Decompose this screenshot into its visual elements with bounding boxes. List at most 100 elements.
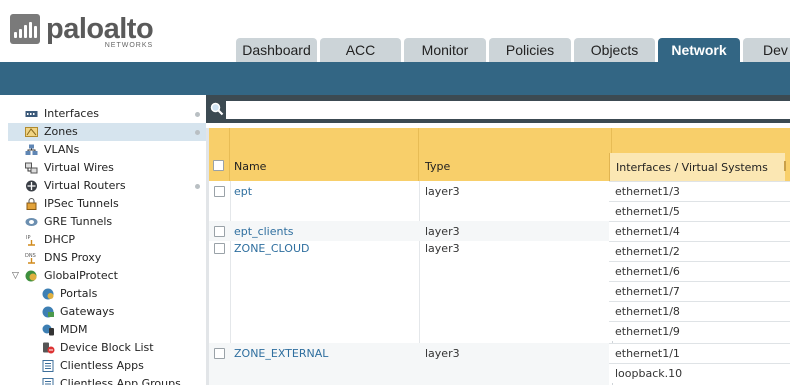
zone-name-link[interactable]: ZONE_EXTERNAL xyxy=(234,347,328,360)
zone-type: layer3 xyxy=(425,242,460,255)
clientless-apps-icon xyxy=(42,360,54,372)
row-checkbox[interactable] xyxy=(214,348,225,359)
row-checkbox[interactable] xyxy=(214,186,225,197)
sidebar-item-gre-tunnels[interactable]: GRE Tunnels xyxy=(8,213,206,231)
sidebar-item-label: DHCP xyxy=(44,233,76,246)
column-header-type: Type xyxy=(425,160,451,173)
virtual-routers-icon xyxy=(26,180,37,192)
tab-objects[interactable]: Objects xyxy=(574,38,655,62)
logo-mark-icon xyxy=(10,14,40,44)
svg-text:DNS: DNS xyxy=(25,253,36,259)
sidebar-item-portals[interactable]: Portals xyxy=(8,285,206,303)
search-input[interactable] xyxy=(226,101,790,119)
header-type-cell[interactable]: Type xyxy=(419,128,612,181)
vlans-icon xyxy=(25,144,38,155)
sidebar-item-clientless-app-groups[interactable]: Clientless App Groups xyxy=(8,375,206,385)
interface-cell: loopback.10 xyxy=(609,363,790,383)
search-icon[interactable] xyxy=(210,102,224,116)
sidebar-item-interfaces[interactable]: Interfaces xyxy=(8,105,206,123)
sidebar-item-label: Gateways xyxy=(60,305,115,318)
sidebar-item-globalprotect[interactable]: ▽ GlobalProtect xyxy=(8,267,206,285)
expand-triangle-icon[interactable]: ▽ xyxy=(12,267,19,285)
sidebar-item-dhcp[interactable]: IP DHCP xyxy=(8,231,206,249)
network-sidebar: Interfaces Zones VLANs Virtual Wires Vir… xyxy=(8,95,207,385)
sidebar-item-virtual-routers[interactable]: Virtual Routers xyxy=(8,177,206,195)
sidebar-item-label: Interfaces xyxy=(44,107,99,120)
interface-cell: ethernet1/3 xyxy=(609,181,790,201)
sidebar-item-zones[interactable]: Zones xyxy=(8,123,206,141)
sidebar-item-ipsec-tunnels[interactable]: IPSec Tunnels xyxy=(8,195,206,213)
zone-name-link[interactable]: ept_clients xyxy=(234,225,294,238)
zone-name-link[interactable]: ept xyxy=(234,185,252,198)
brand-name: paloalto xyxy=(46,13,154,45)
sidebar-item-label: MDM xyxy=(60,323,88,336)
sidebar-item-label: GRE Tunnels xyxy=(44,215,113,228)
sidebar-item-virtual-wires[interactable]: Virtual Wires xyxy=(8,159,206,177)
device-block-list-icon xyxy=(43,342,55,354)
app-header: paloalto NETWORKS Dashboard ACC Monitor … xyxy=(0,0,790,62)
sidebar-item-label: Clientless Apps xyxy=(60,359,144,372)
zone-name-link[interactable]: ZONE_CLOUD xyxy=(234,242,309,255)
header-name-cell[interactable]: Name xyxy=(230,128,419,181)
sidebar-item-label: IPSec Tunnels xyxy=(44,197,119,210)
sidebar-item-dns-proxy[interactable]: DNS DNS Proxy xyxy=(8,249,206,267)
select-all-checkbox[interactable] xyxy=(213,160,224,171)
sidebar-item-label: Virtual Routers xyxy=(44,179,126,192)
dns-proxy-icon: DNS xyxy=(25,253,36,264)
row-checkbox[interactable] xyxy=(214,243,225,254)
sidebar-item-label: Portals xyxy=(60,287,98,300)
column-header-interfaces: Interfaces / Virtual Systems xyxy=(616,161,768,174)
header-bar xyxy=(0,62,790,95)
interface-cell: ethernet1/1 xyxy=(609,343,790,363)
tab-acc[interactable]: ACC xyxy=(320,38,401,62)
status-dot-icon xyxy=(195,112,200,117)
sidebar-item-clientless-apps[interactable]: Clientless Apps xyxy=(8,357,206,375)
sidebar-item-gateways[interactable]: Gateways xyxy=(8,303,206,321)
sidebar-item-label: Clientless App Groups xyxy=(60,377,181,385)
main-tabs: Dashboard ACC Monitor Policies Objects N… xyxy=(236,38,790,62)
status-dot-icon xyxy=(195,130,200,135)
virtual-wires-icon xyxy=(25,162,38,174)
row-checkbox[interactable] xyxy=(214,226,225,237)
header-select-cell xyxy=(209,128,230,181)
tab-device[interactable]: Dev xyxy=(743,38,790,62)
sidebar-item-label: GlobalProtect xyxy=(44,269,118,282)
filter-bar xyxy=(206,95,790,123)
interface-cell: ethernet1/4 xyxy=(609,221,790,241)
sidebar-item-device-block-list[interactable]: Device Block List xyxy=(8,339,206,357)
tab-dashboard[interactable]: Dashboard xyxy=(236,38,317,62)
header-interfaces-cell[interactable]: Interfaces / Virtual Systems xyxy=(609,153,786,181)
clientless-app-groups-icon xyxy=(42,378,54,385)
tab-policies[interactable]: Policies xyxy=(489,38,571,62)
gateways-icon xyxy=(42,306,54,318)
sidebar-item-label: DNS Proxy xyxy=(44,251,102,264)
interface-cell: ethernet1/8 xyxy=(609,301,790,321)
interface-cell: ethernet1/5 xyxy=(609,201,790,221)
gre-tunnels-icon xyxy=(25,218,38,226)
paloalto-logo: paloalto NETWORKS xyxy=(10,13,154,49)
interface-cell: ethernet1/7 xyxy=(609,281,790,301)
sidebar-item-vlans[interactable]: VLANs xyxy=(8,141,206,159)
zone-type: layer3 xyxy=(425,185,460,198)
interface-cell: ethernet1/2 xyxy=(609,241,790,261)
column-header-name: Name xyxy=(234,160,267,173)
header-group-cell xyxy=(612,128,790,153)
column-menu-handle[interactable] xyxy=(784,161,786,171)
tab-monitor[interactable]: Monitor xyxy=(404,38,486,62)
zone-type: layer3 xyxy=(425,347,460,360)
sidebar-item-label: Virtual Wires xyxy=(44,161,114,174)
ipsec-tunnels-icon xyxy=(26,198,37,210)
sidebar-item-label: Device Block List xyxy=(60,341,154,354)
sidebar-item-mdm[interactable]: MDM xyxy=(8,321,206,339)
interface-cell: ethernet1/6 xyxy=(609,261,790,281)
interface-cell: ethernet1/9 xyxy=(609,321,790,341)
status-dot-icon xyxy=(195,184,200,189)
sidebar-item-label: VLANs xyxy=(44,143,80,156)
tab-network[interactable]: Network xyxy=(658,38,740,62)
zones-icon xyxy=(25,127,38,137)
svg-text:IP: IP xyxy=(26,235,31,241)
dhcp-icon: IP xyxy=(26,235,35,246)
mdm-icon xyxy=(42,324,54,336)
sidebar-item-label: Zones xyxy=(44,125,78,138)
zone-type: layer3 xyxy=(425,225,460,238)
